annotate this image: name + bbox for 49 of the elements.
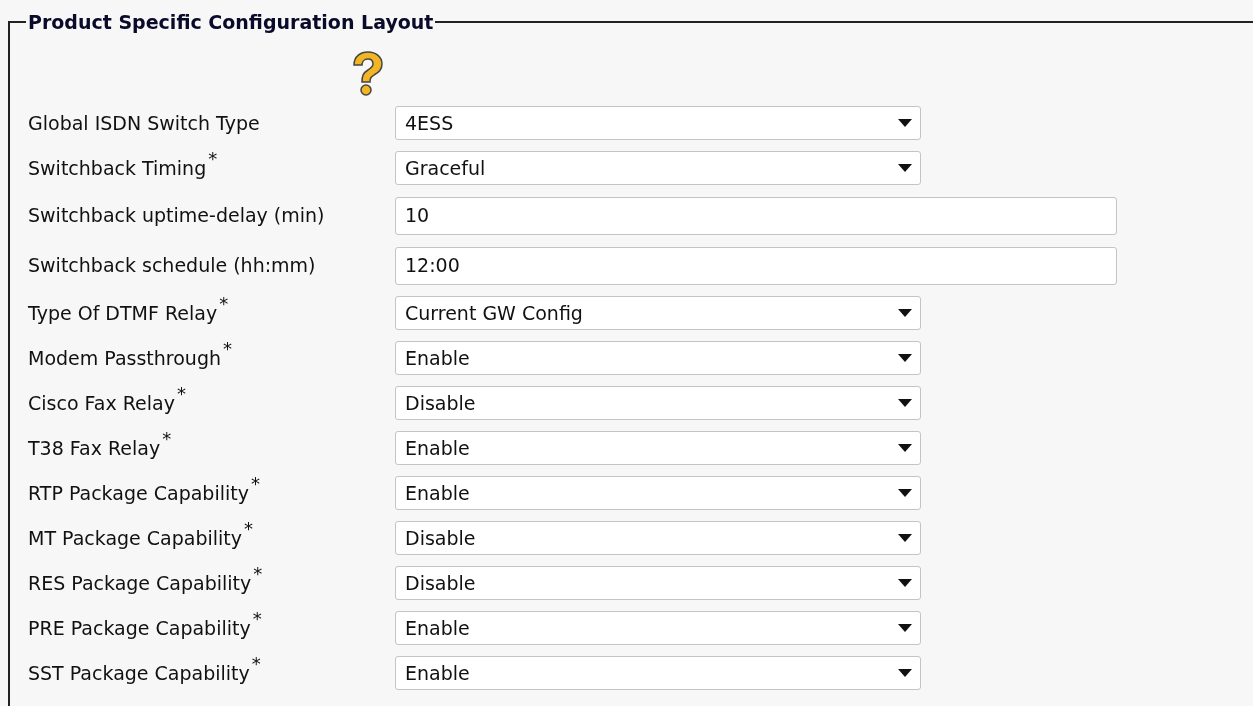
field-label: RTP Package Capability <box>28 480 249 506</box>
dropdown[interactable]: Enable <box>395 341 921 375</box>
dropdown[interactable]: Current GW Config <box>395 296 921 330</box>
caret-icon <box>898 579 912 587</box>
field-label: MT Package Capability <box>28 525 243 551</box>
caret-icon <box>898 444 912 452</box>
dropdown[interactable]: Disable <box>395 386 921 420</box>
field-label: T38 Fax Relay <box>28 435 161 461</box>
required-mark: * <box>244 519 254 538</box>
input-field[interactable]: 10 <box>395 196 1117 235</box>
required-mark: * <box>219 294 229 313</box>
required-mark: * <box>176 384 186 403</box>
field-label: Switchback schedule (hh:mm) <box>28 253 316 279</box>
field-label: Type Of DTMF Relay <box>28 300 218 326</box>
caret-icon <box>898 119 912 127</box>
dropdown[interactable]: Enable <box>395 431 921 465</box>
dropdown[interactable]: Disable <box>395 566 921 600</box>
field-label: Modem Passthrough <box>28 345 221 371</box>
help-icon[interactable] <box>350 50 384 97</box>
required-mark: * <box>223 339 232 358</box>
field-label: RES Package Capability <box>28 570 252 596</box>
required-mark: * <box>162 429 172 448</box>
field-label: Switchback Timing <box>28 155 207 181</box>
dropdown[interactable]: Disable <box>395 521 921 555</box>
caret-icon <box>898 309 912 317</box>
caret-icon <box>898 669 912 677</box>
required-mark: * <box>208 149 218 168</box>
dropdown[interactable]: Enable <box>395 611 921 645</box>
field-label: Switchback uptime-delay (min) <box>28 203 325 229</box>
dropdown[interactable]: Enable <box>395 656 921 690</box>
caret-icon <box>898 354 912 362</box>
required-mark: * <box>252 609 262 628</box>
required-mark: * <box>253 564 263 583</box>
dropdown[interactable]: 4ESS <box>395 106 921 140</box>
field-label: SST Package Capability <box>28 660 250 686</box>
caret-icon <box>898 624 912 632</box>
field-label: Global ISDN Switch Type <box>28 110 260 136</box>
dropdown[interactable]: Enable <box>395 476 921 510</box>
dropdown[interactable]: Graceful <box>395 151 921 185</box>
required-mark: * <box>250 474 260 493</box>
required-mark: * <box>251 654 261 673</box>
caret-icon <box>898 399 912 407</box>
input-field[interactable]: 12:00 <box>395 246 1117 285</box>
field-label: Cisco Fax Relay <box>28 390 175 416</box>
section-title: Product Specific Configuration Layout <box>27 10 435 35</box>
caret-icon <box>898 489 912 497</box>
caret-icon <box>898 164 912 172</box>
caret-icon <box>898 534 912 542</box>
field-label: PRE Package Capability <box>28 615 251 641</box>
